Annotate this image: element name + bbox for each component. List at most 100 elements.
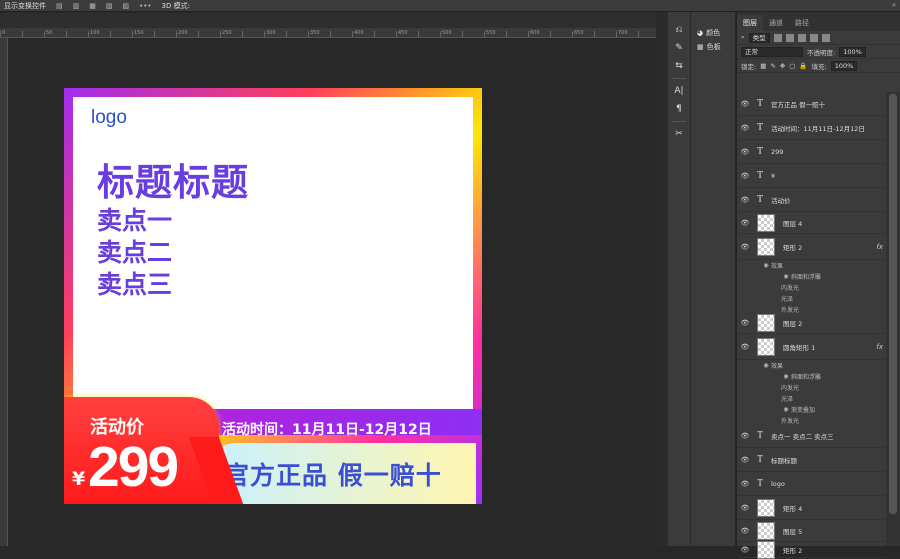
filter-kind-select[interactable]: 类型 [748,32,770,43]
layer-effect-row[interactable]: 外发光 [737,415,885,425]
ad-artwork[interactable]: logo 标题标题 卖点一 卖点二 卖点三 活动时间：11月11日-12月12日… [64,88,482,504]
tools-icon[interactable]: ✂ [672,128,686,140]
brush-icon[interactable]: ✎ [672,42,686,54]
visibility-eye-icon[interactable]: 👁 [737,319,753,327]
align-center-icon[interactable]: ▥ [73,2,80,10]
lock-pixels-icon[interactable]: ▦ [760,62,766,70]
layer-name: 标题标题 [771,456,797,465]
more-options-icon[interactable]: ••• [139,2,151,10]
layer-row[interactable]: 👁 圆角矩形 1 fx [737,334,885,360]
layer-effect-row[interactable]: ◉ 斜面和浮雕 [737,271,885,281]
effect-eye-icon[interactable]: ◉ [761,262,771,269]
filter-shape-icon[interactable] [809,33,818,42]
lock-all-icon[interactable]: 🔒 [799,62,807,70]
lock-move-icon[interactable]: ✥ [780,62,785,70]
visibility-eye-icon[interactable]: 👁 [737,148,753,156]
layer-effect-row[interactable]: 光泽 [737,293,885,303]
visibility-eye-icon[interactable]: 👁 [737,456,753,464]
tab-channels[interactable]: 通道 [763,15,789,31]
scrollbar-thumb[interactable] [889,94,897,514]
horizontal-ruler: 0 50 100 150 200 250 300 350 400 450 500 550 600 650 7… [0,28,656,38]
ruler-tick: 350 [308,31,330,37]
filter-adjust-icon[interactable] [785,33,794,42]
layer-effects-icon[interactable]: fx [876,343,883,351]
visibility-eye-icon[interactable]: 👁 [737,546,753,554]
search-icon[interactable]: ⌕ [892,1,896,10]
layer-row[interactable]: 👁 矩形 2 fx [737,234,885,260]
filter-text-icon[interactable] [797,33,806,42]
filter-smart-icon[interactable] [821,33,830,42]
layer-effect-row[interactable]: ◉ 渐变叠加 [737,404,885,414]
visibility-eye-icon[interactable]: 👁 [737,196,753,204]
fill-input[interactable]: 100% [830,60,858,71]
layer-row[interactable]: 👁 T 299 [737,140,885,164]
visibility-eye-icon[interactable]: 👁 [737,124,753,132]
history-icon[interactable]: ⎌ [672,24,686,36]
layer-effect-row[interactable]: 外发光 [737,304,885,314]
tab-layers[interactable]: 图层 [737,15,763,31]
layer-effect-row[interactable]: 光泽 [737,393,885,403]
layer-row[interactable]: 👁 T 标题标题 [737,448,885,472]
visibility-eye-icon[interactable]: 👁 [737,432,753,440]
swatch-panel-tab[interactable]: ▦ 色板 [691,40,735,54]
effect-eye-icon[interactable]: ◉ [761,362,771,369]
visibility-eye-icon[interactable]: 👁 [737,172,753,180]
layer-row[interactable]: 👁 T 活动价 [737,188,885,212]
effect-eye-icon[interactable]: ◉ [781,273,791,280]
ruler-tick: 150 [132,31,154,37]
filter-pixel-icon[interactable] [773,33,782,42]
layer-effect-row[interactable]: 内发光 [737,382,885,392]
layer-row[interactable]: 👁 矩形 2 [737,540,885,559]
ruler-tick [242,31,264,37]
layer-row[interactable]: 👁 T 活动时间：11月11日-12月12日 [737,116,885,140]
layer-name: ¥ [771,171,776,180]
text-layer-icon: T [756,194,764,205]
layer-row[interactable]: 👁 T ¥ [737,164,885,188]
visibility-eye-icon[interactable]: 👁 [737,480,753,488]
blend-mode-select[interactable]: 正常 [741,46,803,57]
visibility-eye-icon[interactable]: 👁 [737,504,753,512]
layer-effects-icon[interactable]: fx [876,243,883,251]
layer-row[interactable]: 👁 Tlogo [737,472,885,496]
lock-label: 锁定: [741,62,757,71]
tab-paths[interactable]: 路径 [789,15,815,31]
document-tab-strip [0,13,656,28]
lock-paint-icon[interactable]: ✎ [770,62,775,70]
effect-eye-icon[interactable]: ◉ [781,406,791,413]
layer-row[interactable]: 👁 T 官方正品 假一赔十 [737,92,885,116]
color-panel-tab[interactable]: ◕ 颜色 [691,26,735,40]
adjust-icon[interactable]: ⇆ [672,60,686,72]
effect-name: 效果 [771,362,784,370]
distribute-vertical-icon[interactable]: ▨ [123,2,130,10]
effect-eye-icon[interactable]: ◉ [781,373,791,380]
layer-row[interactable]: 👁 图层 4 [737,212,885,234]
paragraph-icon[interactable]: ¶ [672,103,686,115]
layer-row[interactable]: 👁 图层 5 [737,520,885,542]
layer-effect-row[interactable]: ◉ 效果 [737,360,885,370]
show-transform-controls-checkbox[interactable]: 显示变换控件 [4,1,46,11]
visibility-eye-icon[interactable]: 👁 [737,343,753,351]
visibility-eye-icon[interactable]: 👁 [737,243,753,251]
align-right-icon[interactable]: ▦ [89,2,96,10]
opacity-input[interactable]: 100% [839,46,866,57]
layer-row[interactable]: 👁 T 卖点一 卖点二 卖点三 [737,424,885,448]
opacity-label: 不透明度: [807,48,836,57]
layer-row[interactable]: 👁 图层 2 [737,312,885,334]
ruler-tick [198,31,220,37]
visibility-eye-icon[interactable]: 👁 [737,100,753,108]
layer-row[interactable]: 👁 矩形 4 [737,496,885,520]
visibility-eye-icon[interactable]: 👁 [737,527,753,535]
visibility-eye-icon[interactable]: 👁 [737,219,753,227]
character-icon[interactable]: A| [672,85,686,97]
ruler-tick [506,31,528,37]
layer-name: 矩形 2 [783,546,803,555]
layer-effect-row[interactable]: ◉ 斜面和浮雕 [737,371,885,381]
layers-scrollbar[interactable] [886,92,900,546]
text-layer-icon: T [756,98,764,109]
layer-effect-row[interactable]: 内发光 [737,282,885,292]
distribute-icon[interactable]: ▧ [106,2,113,10]
align-left-icon[interactable]: ▤ [56,2,63,10]
lock-artboard-icon[interactable]: ▢ [789,62,795,70]
layer-effect-row[interactable]: ◉ 效果 [737,260,885,270]
panel-divider[interactable] [656,12,668,546]
